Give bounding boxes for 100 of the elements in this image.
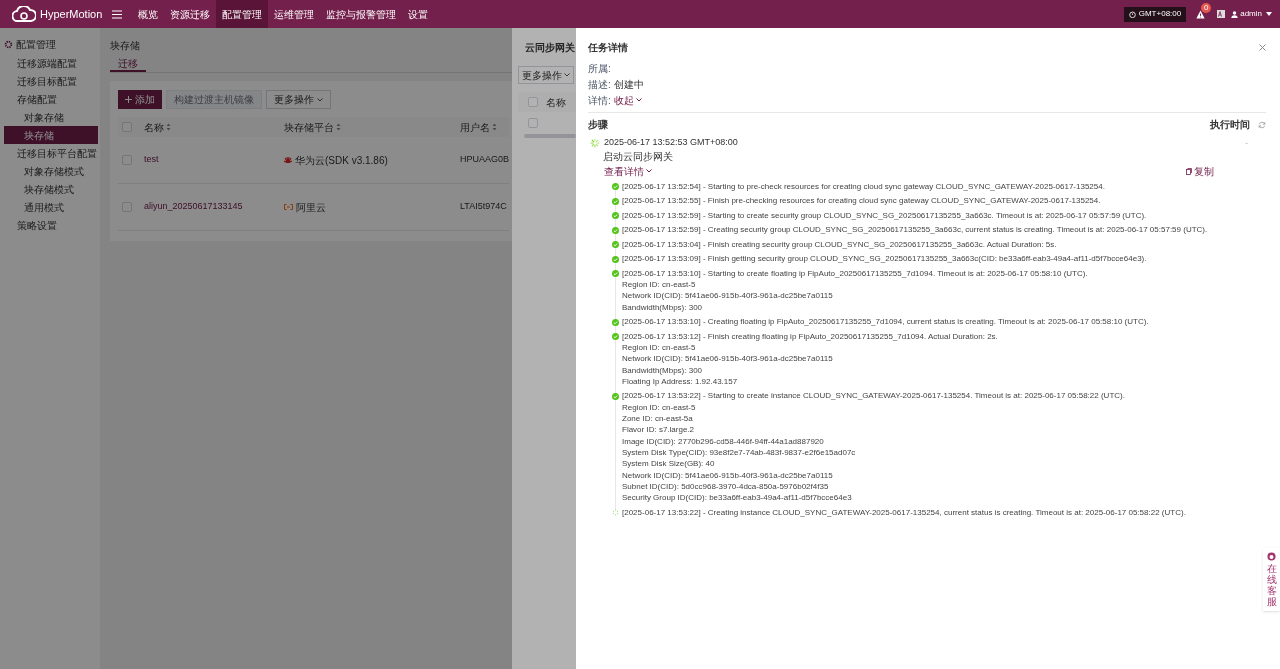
- log-detail: Network ID(CID): 5f41ae06-915b-40f3-961a-dc25be7a0115: [622, 469, 833, 482]
- field-value: 创建中: [613, 77, 644, 92]
- refresh-icon[interactable]: [1258, 120, 1266, 129]
- nav-tab[interactable]: 设置: [402, 0, 434, 28]
- log-detail: Subnet ID(CID): 5d0cc968-3970-4dca-850a-5976b02f4f35: [622, 480, 829, 493]
- log-entry: [2025-06-17 13:53:10] - Starting to create floating ip FipAuto_20250617135255_7d1094. Timeout is at: 2025-06-17 05:58:10 (UTC).: [622, 267, 1088, 280]
- log-entry: [2025-06-17 13:53:10] - Creating floating ip FipAuto_20250617135255_7d1094, current status is creating. Timeout is at: 2025-06-17 05:58:10 (UTC).: [622, 316, 1149, 329]
- username-text: HPUAAG0B: [460, 153, 510, 167]
- alert-icon[interactable]: [1196, 9, 1206, 19]
- font-size-icon[interactable]: [1217, 10, 1226, 18]
- log-entry: [2025-06-17 13:53:04] - Finish creating security group CLOUD_SYNC_SG_20250617135255_3a663c. Actual Duration: 5s.: [622, 238, 1057, 251]
- username-text: LTAI5t974C: [460, 200, 507, 214]
- copy-button[interactable]: 复制: [1186, 163, 1214, 179]
- plus-icon: [125, 96, 132, 103]
- log-detail: Region ID: cn-east-5: [622, 401, 696, 414]
- sidebar-item[interactable]: 迁移目标平台配置: [0, 144, 100, 162]
- page-title: 块存储: [110, 39, 140, 52]
- checkbox[interactable]: [122, 155, 132, 165]
- log-entry: [2025-06-17 13:53:22] - Creating instance CLOUD_SYNC_GATEWAY-2025-0617-135254, current status is creating. Timeout is at: 2025-06-17 05:58:22 (UTC).: [622, 506, 1186, 519]
- field-label: 所属:: [588, 61, 611, 76]
- checkbox[interactable]: [528, 97, 538, 107]
- checkbox[interactable]: [122, 122, 132, 132]
- view-details-link[interactable]: 查看详情: [604, 163, 652, 179]
- copy-icon: [1186, 167, 1192, 175]
- sidebar-subitem[interactable]: 块存储: [4, 126, 98, 144]
- log-detail: Image ID(CID): 2770b296-cd58-446f-94ff-44a1ad887920: [622, 435, 824, 448]
- more-actions-dropdown[interactable]: 更多操作: [518, 66, 574, 84]
- add-button[interactable]: 添加: [118, 90, 162, 109]
- cloud-logo-icon: [12, 6, 36, 22]
- checkbox[interactable]: [122, 202, 132, 212]
- column-header[interactable]: 用户名: [460, 119, 490, 135]
- column-header[interactable]: 名称: [144, 119, 164, 135]
- log-entry: [2025-06-17 13:53:09] - Finish getting security group CLOUD_SYNC_SG_20250617135255_3a663c(CID: be33a6ff-eab3-49a4-af11-d5f7bcce64e3).: [622, 253, 1147, 266]
- name-link[interactable]: test: [144, 153, 159, 167]
- bracket-logo-icon: [284, 204, 293, 210]
- log-detail: Bandwidth(Mbps): 300: [622, 301, 703, 314]
- log-detail: Zone ID: cn-east-5a: [622, 413, 693, 426]
- sidebar-item[interactable]: 迁移源端配置: [0, 54, 100, 72]
- dialog-title: 任务详情: [588, 40, 628, 55]
- sidebar-subitem[interactable]: 对象存储模式: [4, 162, 98, 180]
- chevron-down-icon: [635, 98, 642, 102]
- collapse-link[interactable]: 收起: [613, 92, 642, 108]
- log-detail: Network ID(CID): 5f41ae06-915b-40f3-961a-dc25be7a0115: [622, 290, 833, 303]
- sidebar-item[interactable]: 存储配置: [0, 90, 100, 108]
- sort-icon: [336, 123, 341, 131]
- name-link[interactable]: aliyun_20250617133145: [144, 200, 243, 214]
- close-icon[interactable]: [1259, 43, 1266, 51]
- sidebar-item[interactable]: 策略设置: [0, 216, 100, 234]
- log-detail: Flavor ID: s7.large.2: [622, 424, 695, 437]
- scrollbar[interactable]: [524, 134, 576, 138]
- step-name: 启动云同步网关: [603, 150, 673, 164]
- online-support-text: 在线客服: [1266, 563, 1277, 607]
- log-detail: System Disk Size(GB): 40: [622, 458, 715, 471]
- log-detail: Region ID: cn-east-5: [622, 342, 696, 355]
- gear-icon: [4, 39, 13, 49]
- timezone-badge[interactable]: GMT+08:00: [1123, 6, 1187, 22]
- log-detail: System Disk Type(CID): 93e8f2e7-74ab-483f-9837-e2f6e15ad07c: [622, 446, 856, 459]
- chevron-down-icon: [564, 73, 570, 77]
- field-label: 详情:: [588, 93, 611, 108]
- caret-icon: [1266, 12, 1272, 16]
- log-detail: Region ID: cn-east-5: [622, 279, 696, 292]
- log-entry: [2025-06-17 13:52:59] - Starting to create security group CLOUD_SYNC_SG_20250617135255_3a663c. Timeout is at: 2025-06-17 05:57:59 (UTC).: [622, 209, 1147, 222]
- sidebar-title: 配置管理: [16, 37, 56, 52]
- chevron-down-icon: [646, 169, 652, 173]
- platform-text: 阿里云: [296, 200, 326, 215]
- menu-icon[interactable]: [112, 9, 122, 19]
- field-label: 描述:: [588, 77, 611, 92]
- section-title: 步骤: [588, 118, 608, 132]
- page-tab[interactable]: 迁移: [110, 56, 146, 72]
- log-entry: [2025-06-17 13:53:12] - Finish creating floating ip FipAuto_20250617135255_7d1094. Actual Duration: 2s.: [622, 330, 998, 343]
- log-entry: [2025-06-17 13:52:59] - Creating security group CLOUD_SYNC_SG_20250617135255_3a663c, current status is creating. Timeout is at: 2025-06-17 05:57:59 (UTC).: [622, 224, 1208, 237]
- log-entry: [2025-06-17 13:52:55] - Finish pre-checking resources for creating cloud sync gateway CLOUD_SYNC_GATEWAY-2025-0617-135254.: [622, 195, 1101, 208]
- nav-tab[interactable]: 运维管理: [268, 0, 320, 28]
- sidebar-subitem[interactable]: 对象存储: [4, 108, 98, 126]
- log-detail: Network ID(CID): 5f41ae06-915b-40f3-961a-dc25be7a0115: [622, 353, 833, 366]
- log-entry: [2025-06-17 13:53:22] - Starting to create instance CLOUD_SYNC_GATEWAY-2025-0617-135254. Timeout is at: 2025-06-17 05:58:22 (UTC).: [622, 390, 1125, 403]
- platform-text: 华为云(SDK v3.1.86): [295, 153, 388, 168]
- build-image-button[interactable]: 构建过渡主机镜像: [166, 90, 262, 109]
- flower-logo-icon: [284, 157, 292, 163]
- log-entry: [2025-06-17 13:52:54] - Starting to pre-check resources for creating cloud sync gateway CLOUD_SYNC_GATEWAY-2025-0617-135254.: [622, 180, 1105, 193]
- sort-icon: [166, 123, 171, 131]
- timezone-text: GMT+08:00: [1138, 8, 1182, 20]
- sidebar-item[interactable]: 迁移目标配置: [0, 72, 100, 90]
- drawer-title: 云同步网关: [524, 41, 575, 54]
- more-actions-dropdown[interactable]: 更多操作: [266, 90, 331, 109]
- nav-tab[interactable]: 概览: [132, 0, 164, 28]
- sort-icon: [492, 123, 497, 131]
- sidebar-subitem[interactable]: 块存储模式: [4, 180, 98, 198]
- online-support-widget[interactable]: 在线客服: [1263, 548, 1280, 611]
- sidebar-subitem[interactable]: 通用模式: [4, 198, 98, 216]
- log-detail: Security Group ID(CID): be33a6ff-eab3-49a4-af11-d5f7bcce64e3: [622, 492, 852, 505]
- step-time: 2025-06-17 13:52:53 GMT+08:00: [604, 135, 738, 149]
- nav-tab[interactable]: 配置管理: [216, 0, 268, 28]
- nav-tab[interactable]: 资源迁移: [164, 0, 216, 28]
- user-menu[interactable]: admin: [1240, 8, 1262, 20]
- nav-tab[interactable]: 监控与报警管理: [320, 0, 402, 28]
- column-header[interactable]: 块存储平台: [284, 119, 334, 135]
- chevron-down-icon: [317, 97, 323, 102]
- checkbox[interactable]: [528, 118, 538, 128]
- column-header: 执行时间: [1210, 118, 1250, 132]
